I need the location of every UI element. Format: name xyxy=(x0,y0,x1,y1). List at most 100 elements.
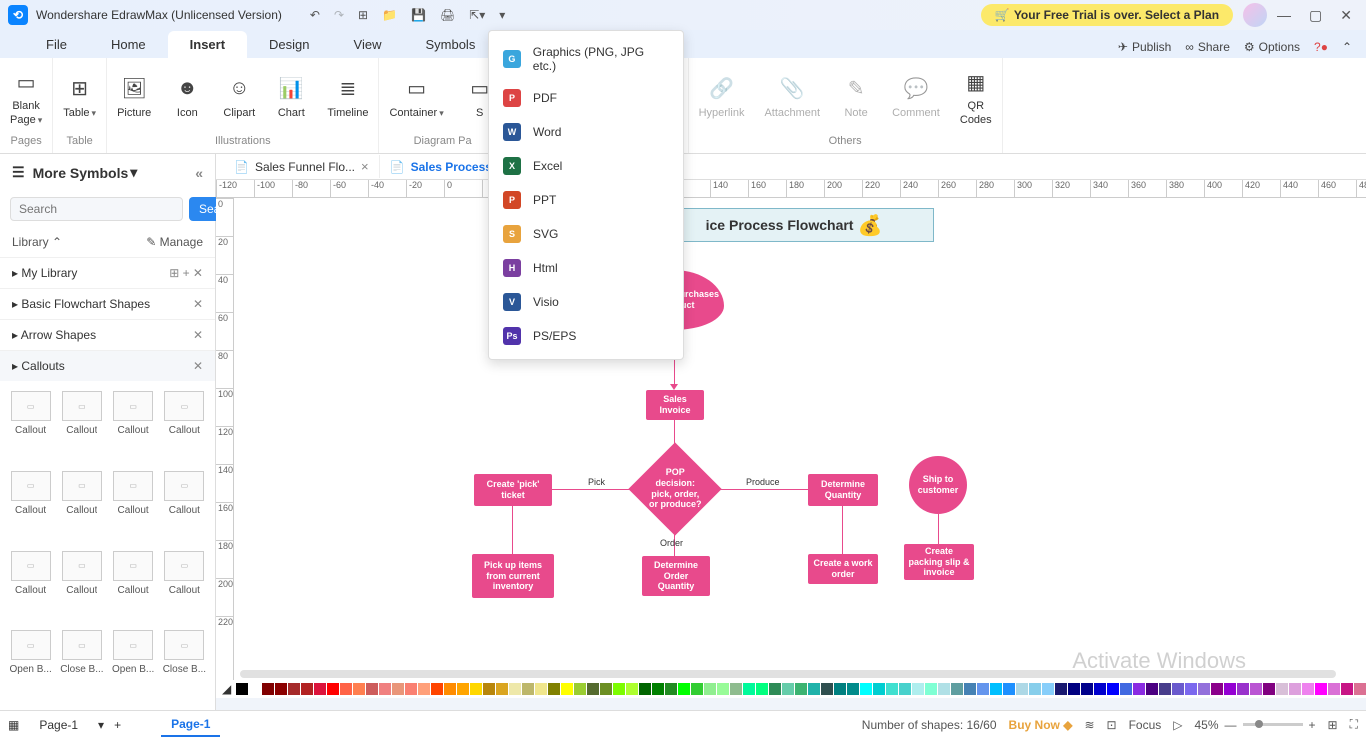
flowchart-ship[interactable]: Ship to customer xyxy=(909,456,967,514)
lib-category[interactable]: ▸ My Library⊞ + ✕ xyxy=(0,257,215,288)
export-option-visio[interactable]: VVisio xyxy=(489,285,683,319)
color-swatch[interactable] xyxy=(1237,683,1249,695)
color-swatch[interactable] xyxy=(1328,683,1340,695)
shape-item[interactable]: ▭Close B... xyxy=(160,626,209,704)
crop-icon[interactable]: ⊡ xyxy=(1107,718,1117,732)
color-swatch[interactable] xyxy=(1263,683,1275,695)
ribbon-icon[interactable]: ☻Icon xyxy=(161,62,213,133)
color-swatch[interactable] xyxy=(262,683,274,695)
page-tab-dd-icon[interactable]: ▾ xyxy=(98,718,104,732)
menu-home[interactable]: Home xyxy=(89,31,168,58)
lib-category[interactable]: ▸ Callouts✕ xyxy=(0,350,215,381)
shape-item[interactable]: ▭Open B... xyxy=(109,626,158,704)
flowchart-invoice[interactable]: Sales Invoice xyxy=(646,390,704,420)
zoom-slider[interactable] xyxy=(1243,723,1303,726)
color-swatch[interactable] xyxy=(626,683,638,695)
zoom-out-icon[interactable]: — xyxy=(1225,718,1237,732)
shape-item[interactable]: ▭Callout xyxy=(109,387,158,465)
color-swatch[interactable] xyxy=(470,683,482,695)
color-swatch[interactable] xyxy=(795,683,807,695)
color-swatch[interactable] xyxy=(665,683,677,695)
color-swatch[interactable] xyxy=(912,683,924,695)
options-button[interactable]: ⚙Options xyxy=(1244,40,1300,54)
color-swatch[interactable] xyxy=(730,683,742,695)
color-swatch[interactable] xyxy=(327,683,339,695)
color-swatch[interactable] xyxy=(548,683,560,695)
color-swatch[interactable] xyxy=(1211,683,1223,695)
color-swatch[interactable] xyxy=(366,683,378,695)
help-icon[interactable]: ?● xyxy=(1314,40,1328,54)
color-swatch[interactable] xyxy=(1029,683,1041,695)
color-swatch[interactable] xyxy=(808,683,820,695)
shape-item[interactable]: ▭Callout xyxy=(160,467,209,545)
save-icon[interactable]: 💾 xyxy=(411,8,426,22)
eyedropper-icon[interactable]: ◢ xyxy=(222,682,231,696)
redo-icon[interactable]: ↷ xyxy=(334,8,344,22)
export-option-excel[interactable]: XExcel xyxy=(489,149,683,183)
color-swatch[interactable] xyxy=(834,683,846,695)
color-swatch[interactable] xyxy=(964,683,976,695)
color-swatch[interactable] xyxy=(1003,683,1015,695)
shape-item[interactable]: ▭Callout xyxy=(109,547,158,625)
page-list-icon[interactable]: ▦ xyxy=(8,718,19,732)
export-option-graphics[interactable]: GGraphics (PNG, JPG etc.) xyxy=(489,37,683,81)
color-swatch[interactable] xyxy=(236,683,248,695)
color-swatch[interactable] xyxy=(1016,683,1028,695)
color-swatch[interactable] xyxy=(1042,683,1054,695)
menu-design[interactable]: Design xyxy=(247,31,331,58)
color-swatch[interactable] xyxy=(704,683,716,695)
color-swatch[interactable] xyxy=(1146,683,1158,695)
shape-item[interactable]: ▭Callout xyxy=(57,387,106,465)
color-swatch[interactable] xyxy=(379,683,391,695)
hamburger-icon[interactable]: ☰ xyxy=(12,164,25,181)
export-icon[interactable]: ⇱▾ xyxy=(469,8,485,22)
color-swatch[interactable] xyxy=(1055,683,1067,695)
menu-insert[interactable]: Insert xyxy=(168,31,247,58)
lib-category[interactable]: ▸ Basic Flowchart Shapes✕ xyxy=(0,288,215,319)
color-swatch[interactable] xyxy=(301,683,313,695)
shape-item[interactable]: ▭Callout xyxy=(57,547,106,625)
shape-item[interactable]: ▭Callout xyxy=(57,467,106,545)
color-swatch[interactable] xyxy=(1120,683,1132,695)
color-swatch[interactable] xyxy=(509,683,521,695)
color-swatch[interactable] xyxy=(587,683,599,695)
close-icon[interactable]: ✕ xyxy=(1340,7,1352,24)
color-swatch[interactable] xyxy=(821,683,833,695)
flowchart-packing[interactable]: Create packing slip & invoice xyxy=(904,544,974,580)
color-swatch[interactable] xyxy=(847,683,859,695)
menu-view[interactable]: View xyxy=(332,31,404,58)
trial-banner[interactable]: 🛒 Your Free Trial is over. Select a Plan xyxy=(981,4,1233,26)
page-tab-active[interactable]: Page-1 xyxy=(161,713,220,737)
layers-icon[interactable]: ≋ xyxy=(1084,718,1094,732)
focus-button[interactable]: Focus xyxy=(1129,718,1162,732)
color-swatch[interactable] xyxy=(1341,683,1353,695)
manage-button[interactable]: ✎ Manage xyxy=(146,235,203,249)
color-swatch[interactable] xyxy=(1094,683,1106,695)
ribbon-timeline[interactable]: ≣Timeline xyxy=(317,62,378,133)
qat-more-icon[interactable]: ▾ xyxy=(499,8,505,22)
canvas[interactable]: ice Process Flowchart 💰 Customer Purchas… xyxy=(234,198,1366,680)
fit-page-icon[interactable]: ⊞ xyxy=(1328,718,1338,732)
color-swatch[interactable] xyxy=(743,683,755,695)
color-swatch[interactable] xyxy=(418,683,430,695)
flowchart-pickup[interactable]: Pick up items from current inventory xyxy=(472,554,554,598)
color-swatch[interactable] xyxy=(275,683,287,695)
color-swatch[interactable] xyxy=(1198,683,1210,695)
presentation-icon[interactable]: ▷ xyxy=(1173,718,1182,732)
color-swatch[interactable] xyxy=(1354,683,1366,695)
ribbon-chart[interactable]: 📊Chart xyxy=(265,62,317,133)
export-option-html[interactable]: HHtml xyxy=(489,251,683,285)
color-swatch[interactable] xyxy=(535,683,547,695)
color-swatch[interactable] xyxy=(1068,683,1080,695)
doc-tab[interactable]: 📄Sales Funnel Flo...× xyxy=(224,155,380,178)
color-swatch[interactable] xyxy=(860,683,872,695)
user-avatar[interactable] xyxy=(1243,3,1267,27)
ribbon-blank-page[interactable]: ▭BlankPage xyxy=(0,62,52,133)
color-swatch[interactable] xyxy=(522,683,534,695)
color-swatch[interactable] xyxy=(1302,683,1314,695)
maximize-icon[interactable]: ▢ xyxy=(1309,7,1322,24)
zoom-in-icon[interactable]: + xyxy=(1309,718,1316,732)
ribbon-attachment[interactable]: 📎Attachment xyxy=(754,62,830,133)
shape-item[interactable]: ▭Callout xyxy=(109,467,158,545)
color-swatch[interactable] xyxy=(691,683,703,695)
